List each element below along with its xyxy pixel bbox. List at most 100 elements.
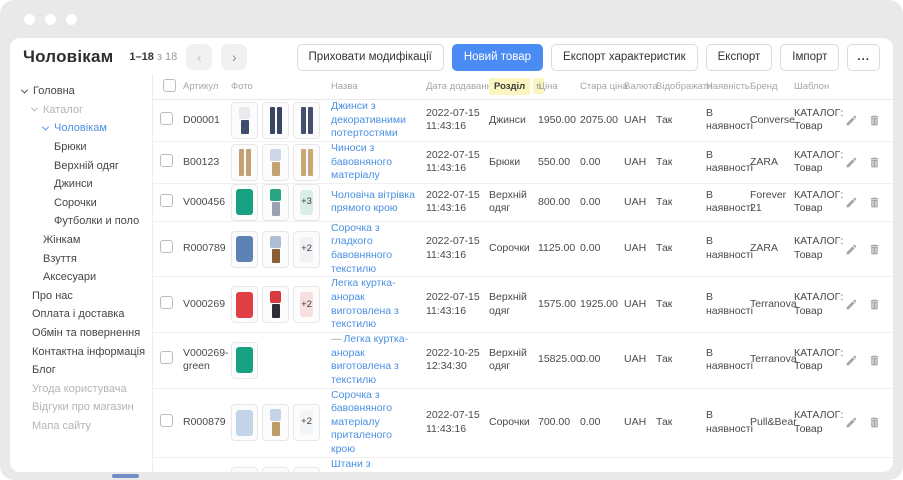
sidebar-item[interactable]: Взуття xyxy=(10,249,152,268)
cell-currency: UAH xyxy=(620,416,652,430)
edit-icon[interactable] xyxy=(845,114,858,127)
cell-brand: Forever 21 xyxy=(746,189,790,216)
product-link[interactable]: Штани з бавовняного матеріалу прямого кр… xyxy=(331,458,398,472)
more-photos-badge[interactable]: +2 xyxy=(293,286,320,323)
edit-icon[interactable] xyxy=(845,298,858,311)
product-photo[interactable] xyxy=(262,102,289,139)
product-photo[interactable] xyxy=(262,467,289,472)
delete-icon[interactable] xyxy=(868,156,881,169)
more-photos-badge[interactable]: +3 xyxy=(293,184,320,221)
product-link[interactable]: Сорочка з гладкого бавовняного текстилю xyxy=(331,222,392,275)
more-photos-badge[interactable]: +2 xyxy=(293,467,320,472)
currency-value: UAH xyxy=(624,298,646,310)
sidebar-item[interactable]: Брюки xyxy=(10,138,152,157)
delete-icon[interactable] xyxy=(868,298,881,311)
sidebar-item-label: Обмін та повернення xyxy=(32,327,140,339)
product-photo[interactable] xyxy=(231,184,258,221)
garment-shape xyxy=(270,189,281,216)
sidebar-item[interactable]: Мапа сайту xyxy=(10,417,152,436)
sidebar-item[interactable]: Відгуки про магазин xyxy=(10,398,152,417)
select-all-checkbox[interactable] xyxy=(163,79,176,92)
product-link[interactable]: Джинси з декоративними потертостями xyxy=(331,100,406,139)
cell-category: Сорочки xyxy=(485,416,534,430)
sidebar-item[interactable]: Обмін та повернення xyxy=(10,324,152,343)
delete-icon[interactable] xyxy=(868,243,881,256)
delete-icon[interactable] xyxy=(868,416,881,429)
product-photo[interactable] xyxy=(293,102,320,139)
sidebar-item[interactable]: Оплата і доставка xyxy=(10,305,152,324)
edit-icon[interactable] xyxy=(845,354,858,367)
product-photo[interactable] xyxy=(231,342,258,379)
row-checkbox[interactable] xyxy=(160,112,173,125)
sidebar-item[interactable]: Головна xyxy=(10,82,152,101)
sidebar-item[interactable]: Контактна інформація xyxy=(10,342,152,361)
product-photo[interactable] xyxy=(293,144,320,181)
sidebar-item[interactable]: Блог xyxy=(10,361,152,380)
delete-icon[interactable] xyxy=(868,354,881,367)
product-photo[interactable] xyxy=(262,184,289,221)
garment-shape xyxy=(270,107,282,134)
product-photo[interactable] xyxy=(262,286,289,323)
product-link[interactable]: Легка куртка-анорак виготовлена з тексти… xyxy=(331,333,408,386)
cell-availability: В наявності xyxy=(702,471,746,472)
window-close-dot[interactable] xyxy=(24,14,35,25)
product-photo[interactable] xyxy=(231,231,258,268)
sidebar-item[interactable]: Жінкам xyxy=(10,231,152,250)
sorted-column-label[interactable]: Розділ xyxy=(489,78,530,95)
export-characteristics-button[interactable]: Експорт характеристик xyxy=(551,44,698,71)
garment-shape xyxy=(236,236,253,262)
product-photo[interactable] xyxy=(231,144,258,181)
sidebar-item[interactable]: Угода користувача xyxy=(10,380,152,399)
product-photo[interactable] xyxy=(231,286,258,323)
hide-modifications-button[interactable]: Приховати модифікації xyxy=(297,44,444,71)
sidebar-item[interactable]: Аксесуари xyxy=(10,268,152,287)
sidebar-item-label: Джинси xyxy=(54,178,93,190)
more-actions-button[interactable]: ... xyxy=(847,44,880,71)
edit-icon[interactable] xyxy=(845,243,858,256)
import-button[interactable]: Імпорт xyxy=(780,44,839,71)
old-price-value: 1925.00 xyxy=(580,298,618,310)
sidebar-item[interactable]: Про нас xyxy=(10,287,152,306)
edit-icon[interactable] xyxy=(845,416,858,429)
next-page-button[interactable]: › xyxy=(221,44,247,70)
template-value: КАТАЛОГ: Товар xyxy=(794,235,843,261)
product-link[interactable]: Легка куртка-анорак виготовлена з тексти… xyxy=(331,277,399,330)
new-product-button[interactable]: Новий товар xyxy=(452,44,543,71)
row-checkbox[interactable] xyxy=(160,414,173,427)
product-photo[interactable] xyxy=(262,144,289,181)
product-photo[interactable] xyxy=(231,404,258,441)
window-minimize-dot[interactable] xyxy=(45,14,56,25)
cell-old-price: 0.00 xyxy=(576,416,620,430)
sidebar-item[interactable]: Верхній одяг xyxy=(10,156,152,175)
delete-icon[interactable] xyxy=(868,114,881,127)
sidebar-item[interactable]: Чоловікам xyxy=(10,119,152,138)
pagination-range: 1–18 з 18 xyxy=(129,51,177,63)
product-link[interactable]: Чиноси з бавовняного матеріалу xyxy=(331,142,392,181)
header-cell: Шаблон xyxy=(790,81,846,92)
scrollbar-thumb[interactable] xyxy=(112,474,139,478)
export-button[interactable]: Експорт xyxy=(706,44,773,71)
sidebar-item[interactable]: Джинси xyxy=(10,175,152,194)
row-checkbox[interactable] xyxy=(160,351,173,364)
row-checkbox[interactable] xyxy=(160,154,173,167)
window-maximize-dot[interactable] xyxy=(66,14,77,25)
sidebar-item[interactable]: Каталог xyxy=(10,101,152,120)
row-checkbox[interactable] xyxy=(160,296,173,309)
product-photo[interactable] xyxy=(231,102,258,139)
product-photo[interactable] xyxy=(231,467,258,472)
sidebar-item[interactable]: Сорочки xyxy=(10,194,152,213)
row-checkbox[interactable] xyxy=(160,194,173,207)
garment-shape xyxy=(236,292,253,318)
product-link[interactable]: Сорочка з бавовняного матеріалу притален… xyxy=(331,389,392,456)
delete-icon[interactable] xyxy=(868,196,881,209)
row-checkbox[interactable] xyxy=(160,240,173,253)
more-photos-badge[interactable]: +2 xyxy=(293,231,320,268)
sidebar-item[interactable]: Футболки и поло xyxy=(10,212,152,231)
product-photo[interactable] xyxy=(262,404,289,441)
product-link[interactable]: Чоловіча вітрівка прямого крою xyxy=(331,189,415,215)
more-photos-badge[interactable]: +2 xyxy=(293,404,320,441)
edit-icon[interactable] xyxy=(845,196,858,209)
prev-page-button[interactable]: ‹ xyxy=(186,44,212,70)
product-photo[interactable] xyxy=(262,231,289,268)
edit-icon[interactable] xyxy=(845,156,858,169)
